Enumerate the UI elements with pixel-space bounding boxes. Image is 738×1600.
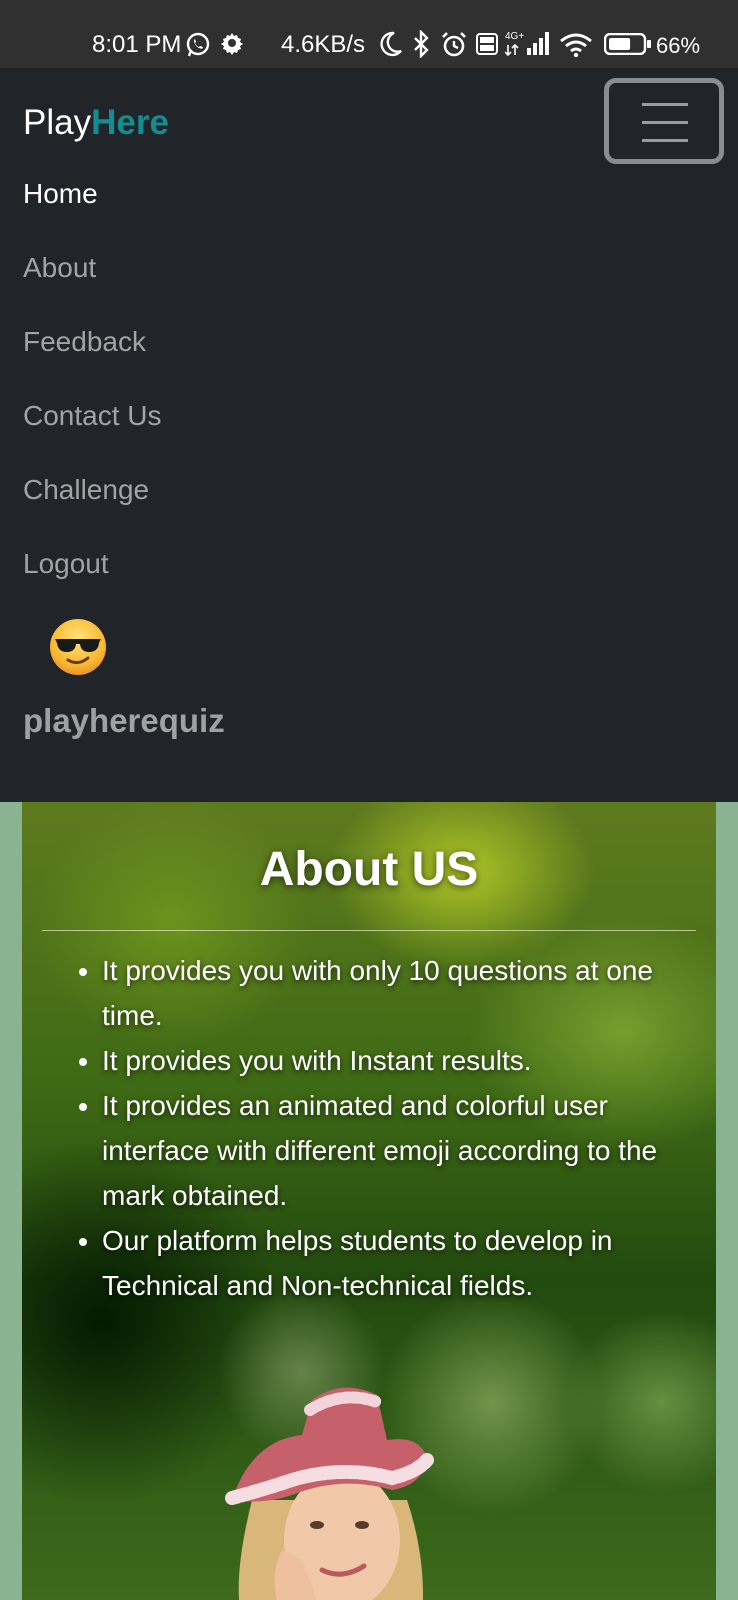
signal-4g-icon: 4G+ (505, 31, 549, 57)
svg-text:4G+: 4G+ (505, 31, 524, 42)
nav-link-contact-us[interactable]: Contact Us (23, 396, 162, 436)
brand-text-here: Here (91, 103, 169, 142)
list-item: Our platform helps students to develop i… (102, 1218, 702, 1308)
whatsapp-icon (186, 32, 210, 57)
wifi-icon (560, 33, 592, 58)
nav-link-feedback[interactable]: Feedback (23, 322, 146, 362)
hamburger-icon (642, 139, 688, 142)
brand-logo[interactable]: PlayHere (23, 98, 169, 148)
bluetooth-icon (414, 30, 429, 58)
navbar-toggle-button[interactable] (604, 78, 724, 164)
status-time: 8:01 PM (92, 31, 182, 58)
smiling-face-with-sunglasses-icon (50, 619, 106, 675)
hamburger-icon (642, 103, 688, 106)
gear-icon (221, 33, 243, 55)
volte-icon (476, 33, 498, 55)
username: playherequiz (23, 702, 225, 739)
battery-icon (604, 33, 651, 55)
nav-link-challenge[interactable]: Challenge (23, 470, 149, 510)
girl-in-pink-hat-image (225, 1387, 434, 1600)
nav-link-about[interactable]: About (23, 248, 96, 288)
moon-icon (380, 31, 402, 57)
status-bar: 8:01 PM 4.6KB/s 4G+ 66% (0, 0, 738, 68)
list-item: It provides you with only 10 questions a… (102, 948, 702, 1038)
list-item: It provides you with Instant results. (102, 1038, 702, 1083)
hamburger-icon (642, 121, 688, 124)
navbar: PlayHere Home About Feedback Contact Us … (0, 68, 738, 802)
list-item: It provides an animated and colorful use… (102, 1083, 702, 1218)
about-card: About US It provides you with only 10 qu… (22, 802, 716, 1600)
about-title: About US (259, 843, 479, 896)
network-speed: 4.6KB/s (281, 31, 366, 58)
divider (42, 930, 696, 931)
about-list: It provides you with only 10 questions a… (102, 948, 702, 1308)
alarm-icon (442, 32, 466, 57)
nav-link-logout[interactable]: Logout (23, 544, 109, 584)
nav-link-home[interactable]: Home (23, 174, 98, 214)
brand-text-play: Play (23, 103, 92, 142)
battery-percent: 66% (656, 33, 701, 58)
